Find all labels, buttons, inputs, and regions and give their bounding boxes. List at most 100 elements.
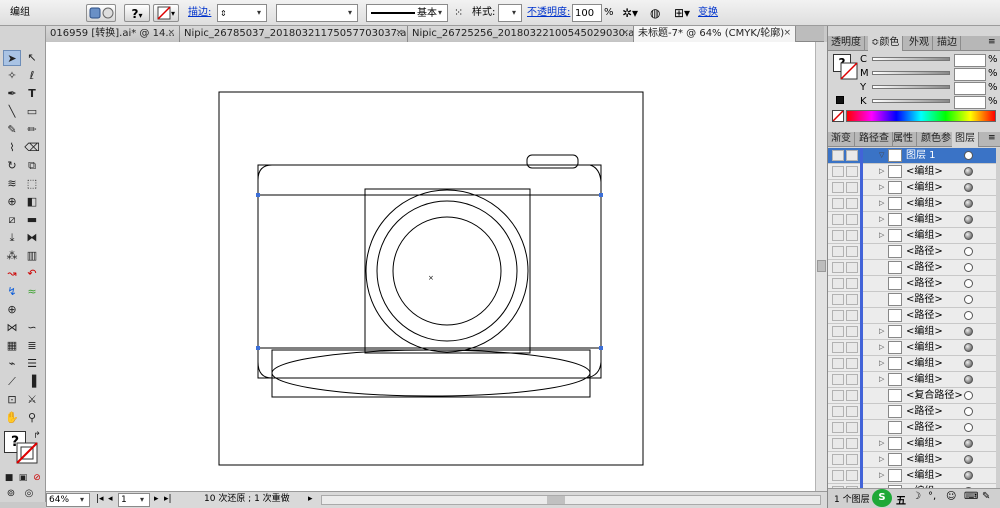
expand-toggle-icon[interactable]: ▷	[879, 356, 884, 371]
knife-tool-icon[interactable]: ⚔	[23, 392, 41, 408]
target-circle-icon[interactable]	[964, 343, 973, 352]
blend-tool-icon[interactable]: ⧓	[23, 230, 41, 246]
pencil-tool-icon[interactable]: ✏	[23, 122, 41, 138]
slider-track[interactable]	[872, 71, 950, 75]
expand-toggle-icon[interactable]: ▷	[879, 372, 884, 387]
layer-row[interactable]: <复合路径>	[828, 388, 996, 404]
tab-color[interactable]: ≎颜色	[868, 36, 904, 51]
expand-toggle-icon[interactable]: ▷	[879, 452, 884, 467]
color-stroke-proxy[interactable]	[840, 62, 858, 83]
hatch-tool-icon[interactable]: ≣	[23, 338, 41, 354]
lock-toggle[interactable]	[846, 182, 858, 193]
target-circle-icon[interactable]	[964, 247, 973, 256]
visibility-toggle[interactable]	[832, 294, 844, 305]
target-circle-icon[interactable]	[964, 391, 973, 400]
stroke-swatch[interactable]	[16, 442, 38, 464]
layer-row[interactable]: ▷ <编组>	[828, 468, 996, 484]
lock-toggle[interactable]	[846, 438, 858, 449]
expand-toggle-icon[interactable]: ▷	[879, 164, 884, 179]
visibility-toggle[interactable]	[832, 214, 844, 225]
expand-toggle-icon[interactable]: ▷	[879, 468, 884, 483]
doc-tab-1[interactable]: 016959 [转换].ai* @ 14... ×	[46, 26, 180, 42]
visibility-toggle[interactable]	[832, 422, 844, 433]
tab-color-guide[interactable]: 颜色参	[918, 132, 955, 147]
close-icon[interactable]: ×	[395, 26, 403, 41]
target-circle-icon[interactable]	[964, 215, 973, 224]
mesh-tool-icon[interactable]: ▦	[3, 338, 21, 354]
black-swatch[interactable]	[836, 96, 844, 104]
vertical-scrollbar[interactable]	[815, 42, 827, 491]
expand-toggle-icon[interactable]: ▷	[879, 212, 884, 227]
zoom-tool-icon[interactable]: ⚲	[23, 410, 41, 426]
crop-tool-icon[interactable]: ⊡	[3, 392, 21, 408]
status-menu-icon[interactable]: ▸	[308, 493, 313, 507]
warp-tool-icon[interactable]: ≋	[3, 176, 21, 192]
visibility-toggle[interactable]	[832, 374, 844, 385]
doc-tab-2[interactable]: Nipic_26785037_20180321175057703037.ai* ×	[180, 26, 408, 42]
layer-row[interactable]: ▷ <编组>	[828, 212, 996, 228]
cyan-slider[interactable]: C%	[860, 54, 998, 68]
visibility-toggle[interactable]	[832, 150, 844, 161]
artboard-tool-icon[interactable]: ⋈	[3, 320, 21, 336]
opacity-field[interactable]: 100	[572, 4, 602, 22]
stroke-link[interactable]: 描边:	[188, 4, 211, 22]
anchor-point[interactable]	[256, 346, 260, 350]
fill-color-dropdown[interactable]: ?▾	[124, 4, 150, 22]
target-circle-icon[interactable]	[964, 199, 973, 208]
visibility-toggle[interactable]	[832, 358, 844, 369]
prev-page-icon[interactable]: ◂	[108, 493, 113, 507]
visibility-toggle[interactable]	[832, 262, 844, 273]
zoom-field[interactable]: 64% ▾	[46, 493, 90, 507]
tab-layers[interactable]: 图层	[952, 132, 979, 147]
lock-toggle[interactable]	[846, 326, 858, 337]
expand-toggle-icon[interactable]: ▷	[879, 180, 884, 195]
ime-emoji-icon[interactable]: ☺	[946, 491, 956, 502]
layer-row[interactable]: <路径>	[828, 244, 996, 260]
lock-toggle[interactable]	[846, 454, 858, 465]
measure-tool-icon[interactable]: ⟋	[3, 374, 21, 390]
magenta-value[interactable]	[954, 68, 986, 81]
perspective-grid-tool-icon[interactable]: ⧄	[3, 212, 21, 228]
expand-toggle-icon[interactable]: ▷	[879, 228, 884, 243]
yellow-value[interactable]	[954, 82, 986, 95]
color-spectrum-bar[interactable]	[846, 110, 996, 122]
symbol-sprayer-tool-icon[interactable]: ⁂	[3, 248, 21, 264]
close-icon[interactable]: ×	[621, 26, 629, 41]
lock-toggle[interactable]	[846, 278, 858, 289]
horizontal-scrollbar[interactable]	[321, 495, 821, 505]
yellow-slider[interactable]: Y%	[860, 82, 998, 96]
layer-row[interactable]: ▷ <编组>	[828, 372, 996, 388]
draw-mode-icon[interactable]: ⊚	[2, 486, 20, 502]
target-circle-icon[interactable]	[964, 295, 973, 304]
black-slider[interactable]: K%	[860, 96, 998, 110]
lock-toggle[interactable]	[846, 230, 858, 241]
ime-mode-label[interactable]: 五	[896, 492, 906, 507]
stroke-color-dropdown[interactable]: ▾	[153, 4, 179, 22]
slider-track[interactable]	[872, 57, 950, 61]
lock-toggle[interactable]	[846, 406, 858, 417]
blob-brush-tool-icon[interactable]: ⌇	[3, 140, 21, 156]
transform-link[interactable]: 变换	[698, 4, 718, 22]
slider-track[interactable]	[872, 99, 950, 103]
panel-menu-icon[interactable]: ≡	[988, 37, 996, 47]
doc-tab-3[interactable]: Nipic_26725256_20180322100545029030.ai* ×	[408, 26, 634, 42]
tab-transparency[interactable]: 透明度	[828, 36, 865, 51]
layer-row[interactable]: <路径>	[828, 308, 996, 324]
target-circle-icon[interactable]	[964, 327, 973, 336]
lock-toggle[interactable]	[846, 166, 858, 177]
target-circle-icon[interactable]	[964, 167, 973, 176]
anchor-point[interactable]	[256, 193, 260, 197]
eyedropper-tool-icon[interactable]: ⤓	[3, 230, 21, 246]
target-circle-icon[interactable]	[964, 407, 973, 416]
red-arc-tool-icon[interactable]: ↶	[23, 266, 41, 282]
close-icon[interactable]: ×	[167, 26, 175, 41]
type-tool-icon[interactable]: T	[23, 86, 41, 102]
none-mode-icon[interactable]: ⊘	[28, 470, 46, 486]
slider-track[interactable]	[872, 85, 950, 89]
red-curve-tool-icon[interactable]: ↝	[3, 266, 21, 282]
visibility-toggle[interactable]	[832, 166, 844, 177]
layer-row[interactable]: ▷ <编组>	[828, 324, 996, 340]
lock-toggle[interactable]	[846, 150, 858, 161]
expand-toggle-icon[interactable]: ▷	[879, 324, 884, 339]
target-circle-icon[interactable]	[964, 439, 973, 448]
